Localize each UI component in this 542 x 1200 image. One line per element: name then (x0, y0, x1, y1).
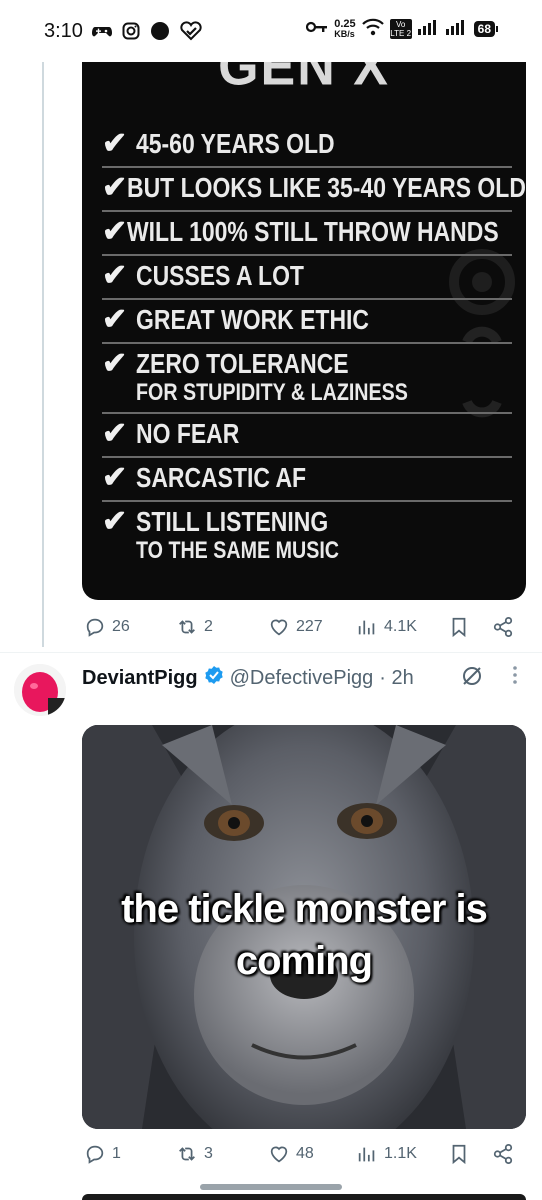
list-item: ✔ STILL LISTENING TO THE SAME MUSIC (102, 505, 340, 564)
verified-badge-icon (204, 665, 224, 691)
tweet-divider (0, 652, 542, 653)
status-time: 3:10 (44, 20, 83, 42)
thread-line (42, 62, 44, 647)
reply-button[interactable]: 26 (84, 616, 130, 638)
analytics-icon (358, 1147, 375, 1162)
bookmark-button[interactable] (448, 1143, 470, 1165)
tweet2-author: DeviantPigg @DefectivePigg · 2h (82, 665, 414, 691)
signal-icon (417, 19, 440, 38)
record-dot-icon (150, 21, 170, 46)
image-caption: the tickle monster is coming (121, 887, 488, 983)
heart-icon (270, 1146, 288, 1163)
more-options-icon[interactable] (511, 664, 519, 691)
signal-icon-2 (445, 19, 468, 38)
volte-badge: Vo LTE 2 (389, 18, 412, 39)
list-item: ✔ WILL 100% STILL THROW HANDS (102, 212, 512, 256)
next-tweet-image-edge (82, 1194, 526, 1200)
gen-x-list: ✔ 45-60 YEARS OLD ✔ BUT LOOKS LIKE 35-40 Y… (102, 124, 526, 570)
share-icon (493, 616, 513, 638)
list-item: ✔ 45-60 YEARS OLD (102, 124, 512, 168)
bookmark-icon (452, 617, 466, 638)
reply-icon (86, 1145, 104, 1164)
repost-button[interactable]: 2 (176, 616, 213, 638)
reply-icon (86, 618, 104, 637)
checkmark-icon: ✔ (102, 215, 128, 248)
timestamp: · 2h (379, 666, 414, 689)
list-item: ✔ ZERO TOLERANCE FOR STUPIDITY & LAZINESS (102, 344, 512, 414)
checkmark-icon: ✔ (102, 127, 128, 160)
grok-icon[interactable] (460, 664, 484, 693)
wifi-icon (361, 18, 384, 39)
views-button[interactable]: 4.1K (356, 616, 417, 638)
handle[interactable]: @DefectivePigg (230, 667, 374, 690)
repost-icon (179, 620, 195, 634)
share-icon (493, 1143, 513, 1165)
analytics-icon (358, 620, 375, 635)
verified-heart-icon (180, 21, 202, 46)
list-item: ✔ GREAT WORK ETHIC (102, 300, 512, 344)
views-button[interactable]: 1.1K (356, 1143, 417, 1165)
like-button[interactable]: 227 (268, 616, 323, 638)
game-controller-icon (92, 23, 112, 44)
checkmark-icon: ✔ (102, 259, 128, 292)
checkmark-icon: ✔ (102, 347, 128, 380)
repost-button[interactable]: 3 (176, 1143, 213, 1165)
list-item: ✔ SARCASTIC AF (102, 458, 512, 502)
checkmark-icon: ✔ (102, 417, 128, 450)
home-indicator[interactable] (200, 1184, 342, 1190)
share-button[interactable] (492, 616, 514, 638)
checkmark-icon: ✔ (102, 461, 128, 494)
tweet2-image[interactable]: the tickle monster is coming (82, 725, 526, 1129)
list-item: ✔ CUSSES A LOT (102, 256, 512, 300)
reply-button[interactable]: 1 (84, 1143, 121, 1165)
avatar-image (14, 664, 66, 716)
image-heading: GEN X DEFINED (183, 62, 423, 102)
checkmark-icon: ✔ (102, 303, 128, 336)
share-button[interactable] (492, 1143, 514, 1165)
list-item: ✔ BUT LOOKS LIKE 35-40 YEARS OLD (102, 168, 526, 212)
heart-icon (270, 619, 288, 636)
tweet1-image[interactable]: GEN X DEFINED ✔45-60 YEARS OLD ✔BUT LOOK… (82, 62, 526, 600)
display-name[interactable]: DeviantPigg (82, 667, 198, 690)
avatar[interactable] (14, 664, 66, 716)
list-item: ✔ NO FEAR (102, 414, 512, 458)
status-bar: 3:10 0.25 KB/s Vo LTE 2 68 (0, 0, 542, 62)
vpn-key-icon (306, 20, 328, 37)
bookmark-icon (452, 1144, 466, 1165)
checkmark-icon: ✔ (102, 171, 128, 204)
tweet2-actions: 1 3 48 1.1K (0, 1143, 542, 1171)
instagram-icon (122, 22, 140, 45)
net-speed: 0.25 KB/s (334, 17, 356, 39)
battery-indicator: 68 (473, 20, 498, 37)
repost-icon (179, 1147, 195, 1161)
like-button[interactable]: 48 (268, 1143, 314, 1165)
tweet1-actions: 26 2 227 4.1K (0, 614, 542, 642)
checkmark-icon: ✔ (102, 505, 128, 538)
bookmark-button[interactable] (448, 616, 470, 638)
